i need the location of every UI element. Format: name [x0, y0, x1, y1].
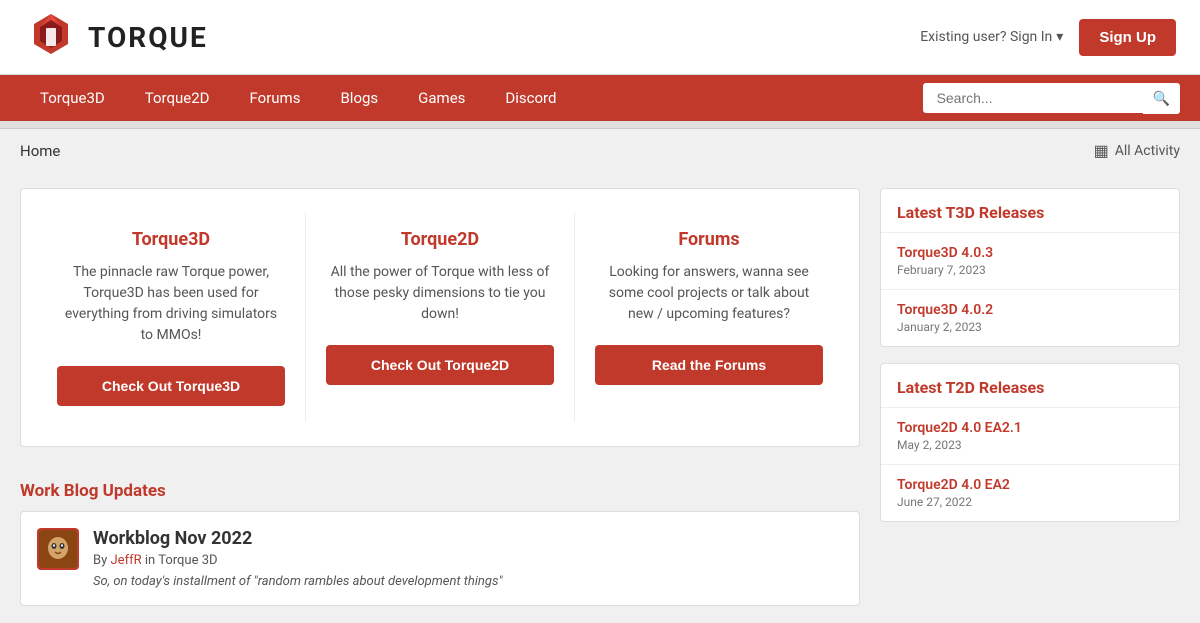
search-button[interactable]: 🔍 — [1143, 83, 1180, 114]
t3d-release-1-title[interactable]: Torque3D 4.0.2 — [897, 302, 1163, 318]
all-activity-label: All Activity — [1115, 143, 1180, 159]
t2d-release-item-1: Torque2D 4.0 EA2 June 27, 2022 — [881, 465, 1179, 521]
t3d-release-item-1: Torque3D 4.0.2 January 2, 2023 — [881, 290, 1179, 346]
blog-item: Workblog Nov 2022 By JeffR in Torque 3D … — [37, 528, 843, 589]
header: TORQUE Existing user? Sign In ▾ Sign Up — [0, 0, 1200, 75]
main-content: Torque3D The pinnacle raw Torque power, … — [20, 188, 860, 606]
t2d-releases-title: Latest T2D Releases — [881, 364, 1179, 408]
t3d-release-1-date: January 2, 2023 — [897, 320, 1163, 334]
t3d-release-item-0: Torque3D 4.0.3 February 7, 2023 — [881, 233, 1179, 290]
torque-logo-icon — [24, 10, 78, 64]
header-right: Existing user? Sign In ▾ Sign Up — [920, 19, 1176, 56]
t2d-release-0-title[interactable]: Torque2D 4.0 EA2.1 — [897, 420, 1163, 436]
search-area: 🔍 — [923, 83, 1180, 114]
dropdown-chevron-icon: ▾ — [1056, 29, 1063, 45]
t3d-release-0-date: February 7, 2023 — [897, 263, 1163, 277]
work-blog-section-header: Work Blog Updates — [20, 467, 860, 511]
t3d-release-0-title[interactable]: Torque3D 4.0.3 — [897, 245, 1163, 261]
logo-text: TORQUE — [88, 21, 208, 54]
forums-card: Forums Looking for answers, wanna see so… — [575, 213, 843, 422]
search-input[interactable] — [923, 83, 1143, 113]
nav-item-forums[interactable]: Forums — [230, 75, 321, 121]
cards-container: Torque3D The pinnacle raw Torque power, … — [20, 188, 860, 447]
blog-title: Workblog Nov 2022 — [93, 528, 843, 549]
breadcrumb-bar: Home ▦ All Activity — [0, 129, 1200, 172]
torque2d-card-title: Torque2D — [326, 229, 554, 250]
t3d-releases-title: Latest T3D Releases — [881, 189, 1179, 233]
breadcrumb-home[interactable]: Home — [20, 142, 60, 160]
all-activity-link[interactable]: ▦ All Activity — [1094, 141, 1180, 160]
blog-meta: By JeffR in Torque 3D — [93, 553, 843, 568]
t3d-releases-section: Latest T3D Releases Torque3D 4.0.3 Febru… — [880, 188, 1180, 347]
t2d-release-item-0: Torque2D 4.0 EA2.1 May 2, 2023 — [881, 408, 1179, 465]
nav-item-torque2d[interactable]: Torque2D — [125, 75, 230, 121]
sign-in-link[interactable]: Existing user? Sign In ▾ — [920, 29, 1063, 45]
activity-icon: ▦ — [1094, 141, 1109, 160]
forums-card-button[interactable]: Read the Forums — [595, 345, 823, 385]
nav-item-discord[interactable]: Discord — [485, 75, 576, 121]
torque3d-card-title: Torque3D — [57, 229, 285, 250]
torque2d-card-desc: All the power of Torque with less of tho… — [326, 262, 554, 325]
t2d-release-0-date: May 2, 2023 — [897, 438, 1163, 452]
t2d-release-1-title[interactable]: Torque2D 4.0 EA2 — [897, 477, 1163, 493]
torque3d-card-desc: The pinnacle raw Torque power, Torque3D … — [57, 262, 285, 346]
torque3d-card: Torque3D The pinnacle raw Torque power, … — [37, 213, 306, 422]
nav-item-blogs[interactable]: Blogs — [320, 75, 398, 121]
blog-info: Workblog Nov 2022 By JeffR in Torque 3D … — [93, 528, 843, 589]
blog-excerpt: So, on today's installment of "random ra… — [93, 574, 843, 589]
logo-area: TORQUE — [24, 10, 208, 64]
divider — [0, 121, 1200, 129]
forums-card-desc: Looking for answers, wanna see some cool… — [595, 262, 823, 325]
search-icon: 🔍 — [1153, 90, 1170, 106]
navbar: Torque3D Torque2D Forums Blogs Games Dis… — [0, 75, 1200, 121]
main-layout: Torque3D The pinnacle raw Torque power, … — [0, 172, 1200, 622]
sidebar: Latest T3D Releases Torque3D 4.0.3 Febru… — [880, 188, 1180, 606]
torque3d-card-button[interactable]: Check Out Torque3D — [57, 366, 285, 406]
t2d-releases-section: Latest T2D Releases Torque2D 4.0 EA2.1 M… — [880, 363, 1180, 522]
nav-item-torque3d[interactable]: Torque3D — [20, 75, 125, 121]
nav-item-games[interactable]: Games — [398, 75, 485, 121]
torque2d-card-button[interactable]: Check Out Torque2D — [326, 345, 554, 385]
t2d-release-1-date: June 27, 2022 — [897, 495, 1163, 509]
torque2d-card: Torque2D All the power of Torque with le… — [306, 213, 575, 422]
blog-author-link[interactable]: JeffR — [111, 553, 142, 568]
forums-card-title: Forums — [595, 229, 823, 250]
sign-up-button[interactable]: Sign Up — [1079, 19, 1176, 56]
blog-avatar — [37, 528, 79, 570]
blog-section: Workblog Nov 2022 By JeffR in Torque 3D … — [20, 511, 860, 606]
